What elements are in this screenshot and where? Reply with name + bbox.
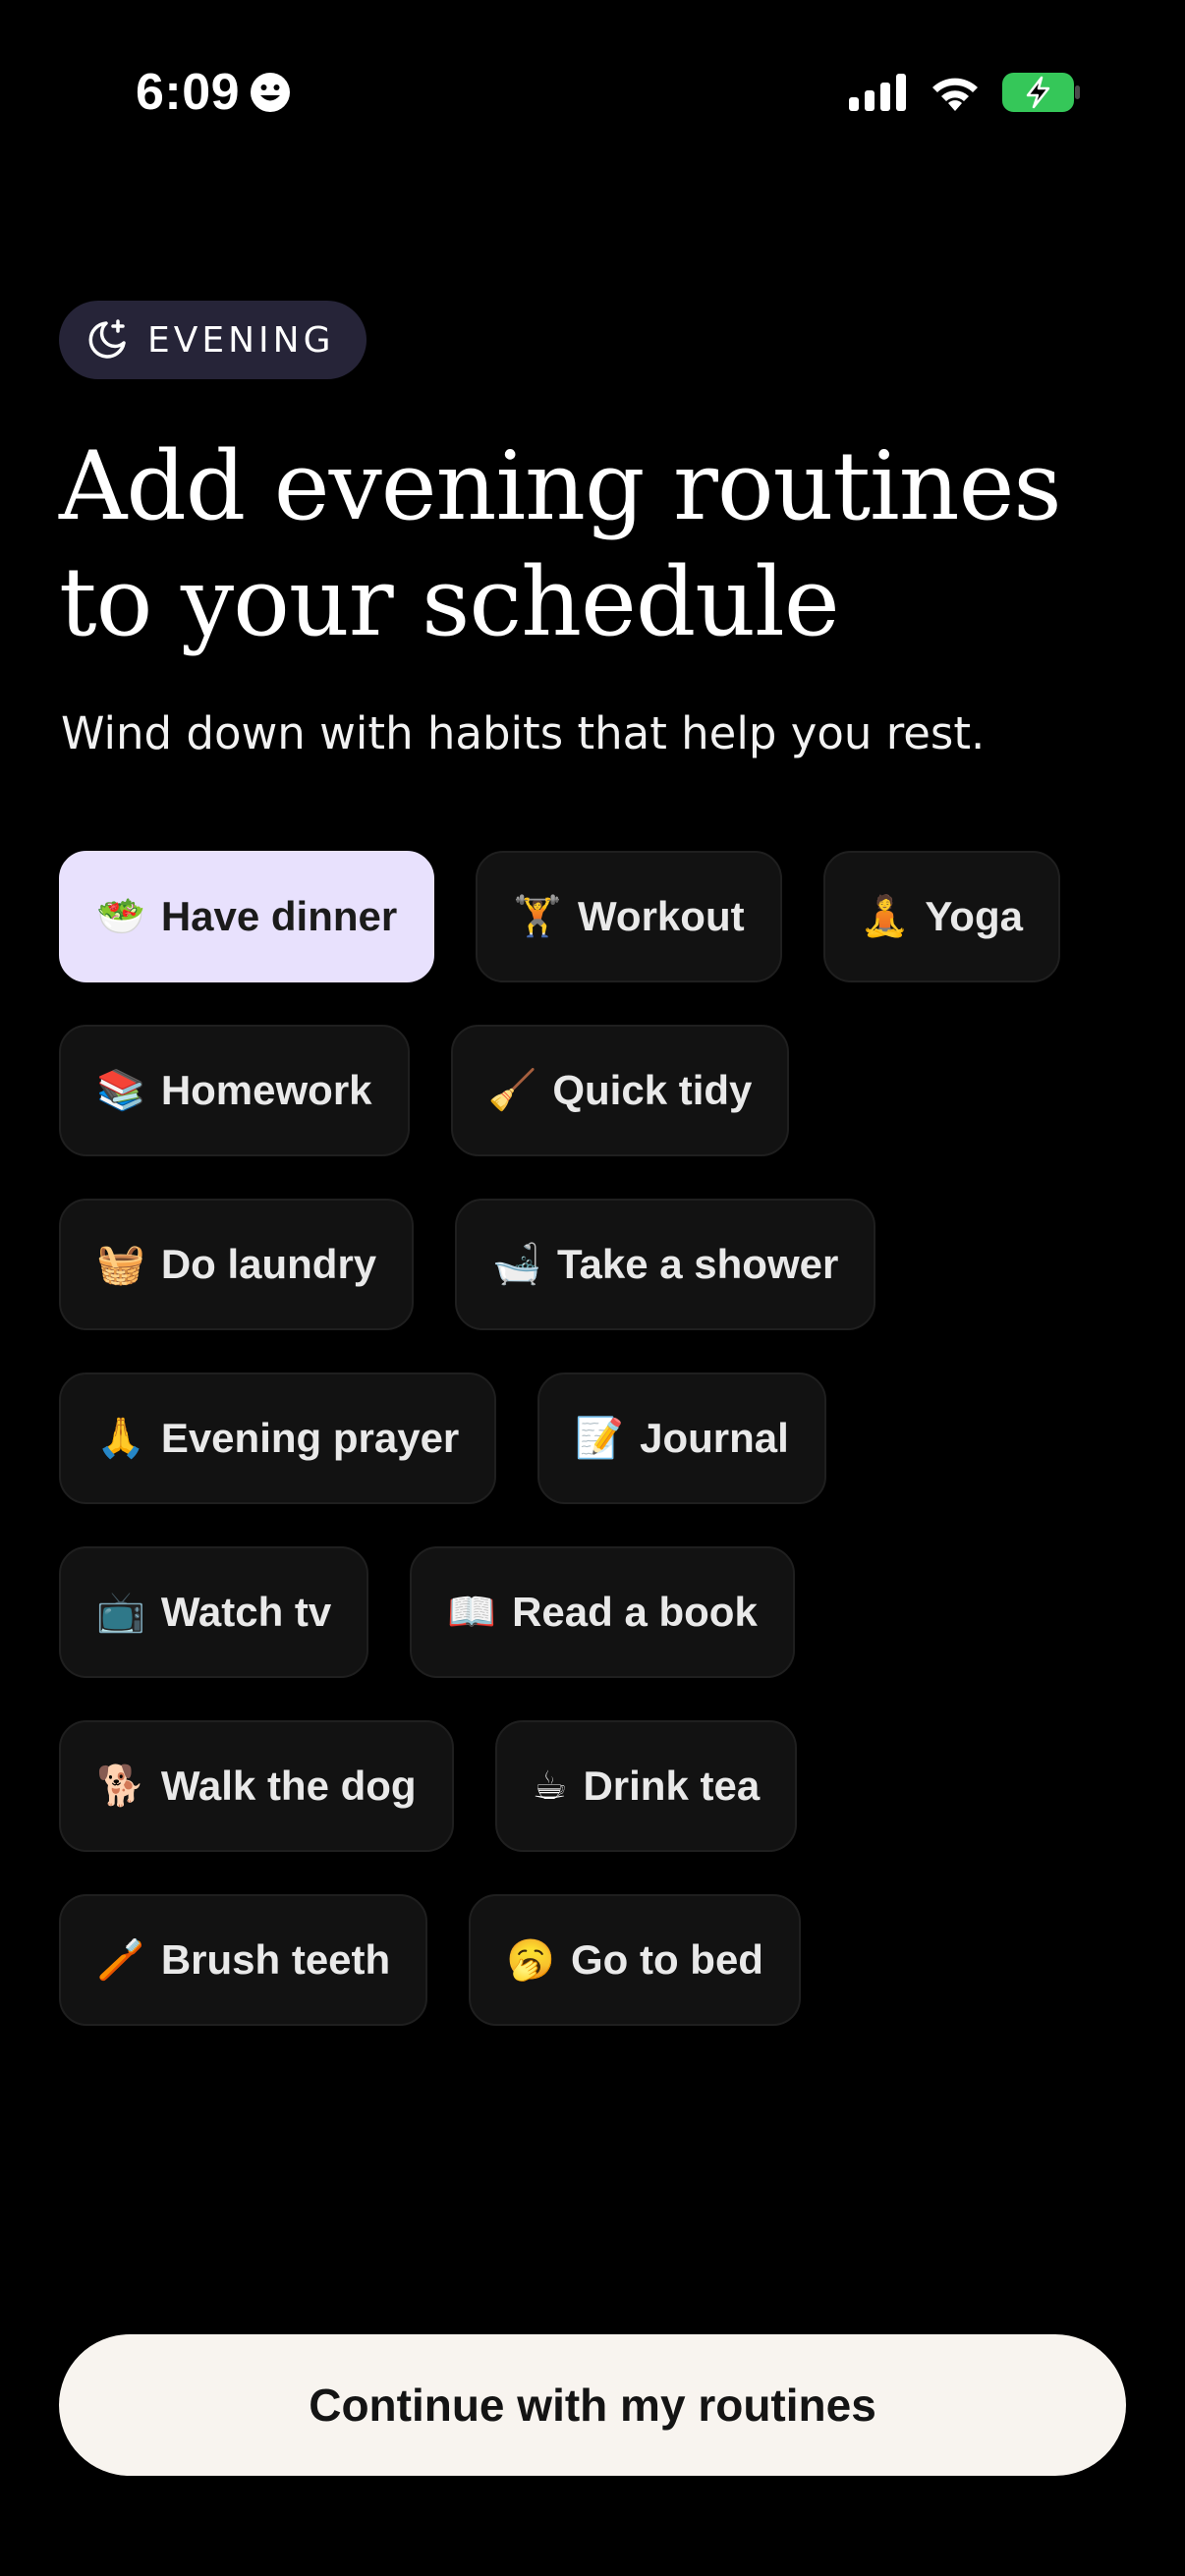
- routine-chip-walk-the-dog[interactable]: 🐕 Walk the dog: [59, 1720, 454, 1852]
- routine-chip-label: Do laundry: [160, 1241, 377, 1287]
- routine-chip-label: Watch tv: [160, 1589, 332, 1635]
- chip-row: 🐕 Walk the dog ☕ Drink tea: [59, 1720, 1130, 1852]
- continue-button[interactable]: Continue with my routines: [59, 2334, 1126, 2476]
- routine-chip-homework[interactable]: 📚 Homework: [59, 1025, 410, 1156]
- routine-chip-evening-prayer[interactable]: 🙏 Evening prayer: [59, 1372, 497, 1504]
- page-title-line-1: Add evening routines: [59, 431, 1062, 541]
- tea-cup-icon: ☕: [532, 1764, 568, 1809]
- chip-row: 🙏 Evening prayer 📝 Journal: [59, 1372, 1130, 1504]
- routine-chip-brush-teeth[interactable]: 🪥 Brush teeth: [59, 1894, 428, 2026]
- status-bar: 6:09: [0, 0, 1185, 196]
- bathtub-icon: 🛁: [492, 1242, 541, 1287]
- routine-chip-do-laundry[interactable]: 🧺 Do laundry: [59, 1199, 415, 1330]
- salad-icon: 🥗: [96, 894, 145, 939]
- yoga-icon: 🧘: [860, 894, 910, 939]
- routine-chip-label: Brush teeth: [160, 1936, 391, 1983]
- routine-chip-read-a-book[interactable]: 📖 Read a book: [410, 1546, 795, 1678]
- routine-chip-label: Have dinner: [160, 893, 398, 939]
- routine-chip-watch-tv[interactable]: 📺 Watch tv: [59, 1546, 369, 1678]
- toothbrush-icon: 🪥: [96, 1937, 145, 1983]
- television-icon: 📺: [96, 1590, 145, 1635]
- books-icon: 📚: [96, 1068, 145, 1113]
- evening-badge: EVENING: [59, 301, 367, 379]
- routine-chip-label: Evening prayer: [160, 1415, 460, 1461]
- routine-chip-label: Take a shower: [556, 1241, 839, 1287]
- wifi-icon: [932, 78, 978, 111]
- routine-chip-have-dinner[interactable]: 🥗 Have dinner: [59, 851, 435, 982]
- status-icons: [849, 73, 1081, 112]
- chip-row: 🧺 Do laundry 🛁 Take a shower: [59, 1199, 1130, 1330]
- routine-chip-label: Read a book: [512, 1589, 758, 1635]
- chip-row: 🥗 Have dinner 🏋 Workout 🧘 Yoga: [59, 851, 1130, 982]
- broom-icon: 🧹: [487, 1068, 537, 1113]
- routine-chip-go-to-bed[interactable]: 🥱 Go to bed: [469, 1894, 801, 2026]
- routine-chip-workout[interactable]: 🏋 Workout: [476, 851, 782, 982]
- routine-chip-quick-tidy[interactable]: 🧹 Quick tidy: [450, 1025, 790, 1156]
- routine-chip-label: Quick tidy: [552, 1067, 753, 1113]
- cellular-signal-icon: [849, 74, 906, 111]
- chip-row: 📺 Watch tv 📖 Read a book: [59, 1546, 1130, 1678]
- face-icon: [251, 73, 291, 112]
- page-subtitle: Wind down with habits that help you rest…: [61, 707, 986, 759]
- routine-chip-label: Go to bed: [570, 1936, 763, 1983]
- open-hands-icon: 🙏: [96, 1416, 145, 1461]
- routine-chip-label: Drink tea: [583, 1763, 761, 1809]
- routine-chip-journal[interactable]: 📝 Journal: [537, 1372, 826, 1504]
- moon-sparkle-icon: [88, 319, 126, 359]
- routine-chip-label: Homework: [160, 1067, 372, 1113]
- routine-chip-label: Yoga: [925, 893, 1023, 939]
- memo-icon: 📝: [575, 1416, 625, 1461]
- status-time: 6:09: [136, 63, 291, 122]
- chip-row: 📚 Homework 🧹 Quick tidy: [59, 1025, 1130, 1156]
- evening-badge-label: EVENING: [147, 319, 335, 361]
- page-title-line-2: to your schedule: [59, 547, 840, 657]
- chip-row: 🪥 Brush teeth 🥱 Go to bed: [59, 1894, 1130, 2026]
- routine-chip-take-a-shower[interactable]: 🛁 Take a shower: [455, 1199, 876, 1330]
- routine-chip-label: Walk the dog: [160, 1763, 417, 1809]
- weightlifter-icon: 🏋: [513, 894, 563, 939]
- basket-icon: 🧺: [96, 1242, 145, 1287]
- battery-charging-icon: [1002, 73, 1080, 112]
- yawning-face-icon: 🥱: [506, 1937, 555, 1983]
- routine-chip-label: Workout: [578, 893, 745, 939]
- routine-chip-drink-tea[interactable]: ☕ Drink tea: [494, 1720, 798, 1852]
- routine-chip-list: 🥗 Have dinner 🏋 Workout 🧘 Yoga 📚 Homewor…: [59, 851, 1130, 2068]
- open-book-icon: 📖: [447, 1590, 497, 1635]
- status-time-text: 6:09: [136, 64, 241, 121]
- dog-icon: 🐕: [96, 1764, 145, 1809]
- page-title: Add evening routines to your schedule: [59, 428, 1140, 660]
- routine-chip-yoga[interactable]: 🧘 Yoga: [822, 851, 1060, 982]
- routine-chip-label: Journal: [640, 1415, 789, 1461]
